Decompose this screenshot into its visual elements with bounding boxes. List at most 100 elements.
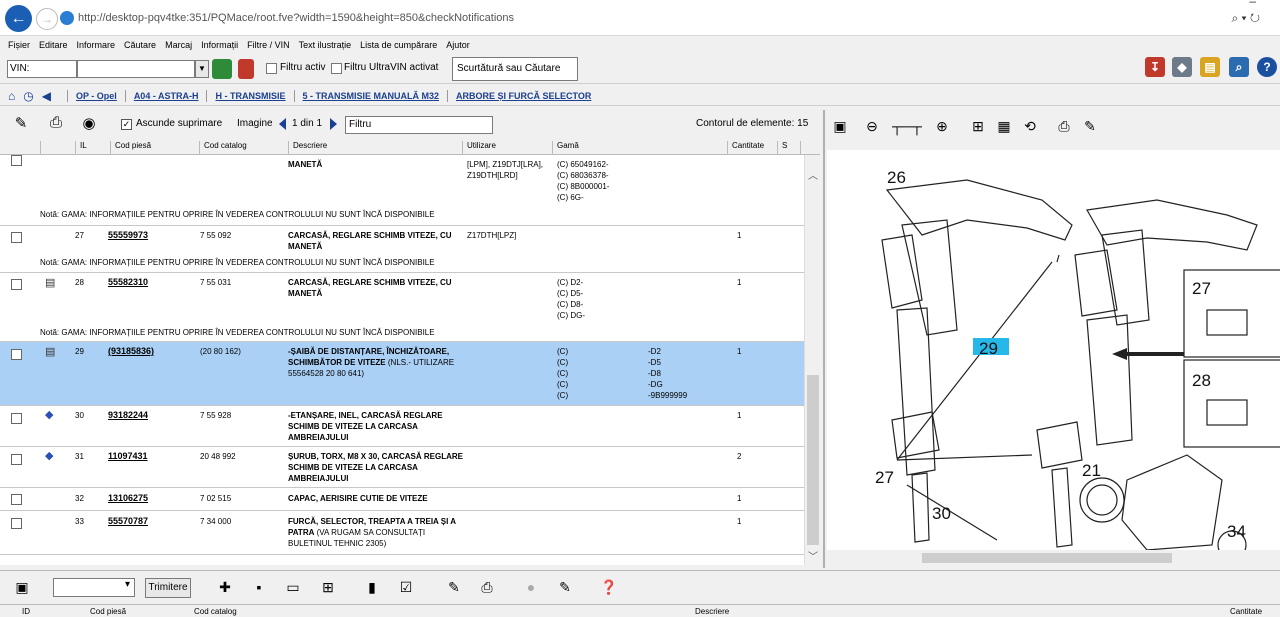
print-icon[interactable]: ⎙ bbox=[45, 114, 67, 134]
table-row[interactable]: ◆ 30 93182244 7 55 928 -ETANȘARE, INEL, … bbox=[0, 406, 804, 447]
col-part-code[interactable]: Cod piesă bbox=[110, 141, 151, 154]
menu-illustration-text[interactable]: Text ilustrație bbox=[299, 40, 352, 50]
scroll-thumb[interactable] bbox=[922, 553, 1172, 563]
menu-file[interactable]: Fișier bbox=[8, 40, 30, 50]
table-row[interactable]: 33 55570787 7 34 000 FURCĂ, SELECTOR, TR… bbox=[0, 511, 804, 555]
table-row[interactable]: MANETĂ [LPM], Z19DTJ[LRA], Z19DTH[LRD] (… bbox=[0, 155, 804, 226]
callout-27[interactable]: 27 bbox=[875, 468, 894, 487]
menu-information[interactable]: Informații bbox=[201, 40, 238, 50]
hide-deleted-checkbox[interactable]: ✓ bbox=[121, 119, 132, 130]
crumb-opel[interactable]: OP - Opel bbox=[76, 91, 117, 101]
forward-arrow-icon[interactable]: → bbox=[36, 8, 58, 30]
trash-icon[interactable]: ▮ bbox=[362, 579, 382, 599]
callout-26[interactable]: 26 bbox=[887, 168, 906, 187]
crumb-transmission[interactable]: H - TRANSMISIE bbox=[215, 91, 285, 101]
list-select[interactable]: ▾ bbox=[53, 578, 135, 597]
col-part-code[interactable]: Cod piesă bbox=[90, 607, 126, 616]
checklist-icon[interactable]: ☑ bbox=[396, 579, 416, 599]
crumb-astra[interactable]: A04 - ASTRA-H bbox=[134, 91, 199, 101]
row-part-code[interactable]: (93185836) bbox=[108, 346, 154, 357]
address-bar[interactable]: http://desktop-pqv4tke:351/PQMace/root.f… bbox=[60, 9, 1260, 27]
document-icon[interactable]: ▤ bbox=[45, 276, 55, 289]
row-part-code[interactable]: 93182244 bbox=[108, 410, 148, 421]
diamond-icon[interactable]: ◆ bbox=[45, 449, 53, 462]
col-icon[interactable] bbox=[40, 141, 45, 154]
filter-active-checkbox[interactable] bbox=[266, 63, 277, 74]
callout-28-inset[interactable]: 28 bbox=[1192, 371, 1211, 390]
car-green-icon[interactable] bbox=[212, 59, 232, 79]
row-part-code[interactable]: 55582310 bbox=[108, 277, 148, 288]
crumb-manual-transmission[interactable]: 5 - TRANSMISIE MANUALĂ M32 bbox=[303, 91, 440, 101]
scroll-up-icon[interactable]: ︿ bbox=[808, 167, 818, 182]
tag-icon[interactable]: ◆ bbox=[1172, 57, 1192, 77]
vin-dropdown-icon[interactable]: ▼ bbox=[195, 60, 209, 78]
row-part-code[interactable]: 11097431 bbox=[108, 451, 148, 462]
row-checkbox[interactable] bbox=[11, 494, 22, 505]
new-list-icon[interactable]: ✚ bbox=[215, 579, 235, 599]
col-quantity[interactable]: Cantitate bbox=[727, 141, 764, 154]
callout-21[interactable]: 21 bbox=[1082, 461, 1101, 480]
scroll-down-icon[interactable]: ﹀ bbox=[808, 548, 818, 563]
table-row[interactable]: 32 13106275 7 02 515 CAPAC, AERISIRE CUT… bbox=[0, 488, 804, 511]
col-catalog-code[interactable]: Cod catalog bbox=[194, 607, 237, 616]
menu-help[interactable]: Ajutor bbox=[446, 40, 470, 50]
save-icon[interactable]: ▪ bbox=[249, 579, 269, 599]
col-description[interactable]: Descriere bbox=[288, 141, 327, 154]
shortcut-search-input[interactable]: Scurtătură sau Căutare bbox=[452, 57, 578, 81]
edit-note-icon[interactable]: ✎ bbox=[10, 114, 32, 134]
crumb-selector-shaft[interactable]: ARBORE ȘI FURCĂ SELECTOR bbox=[456, 91, 591, 101]
help-icon[interactable]: ? bbox=[1257, 57, 1277, 77]
col-description[interactable]: Descriere bbox=[695, 607, 729, 616]
table-row[interactable]: ▤ 28 55582310 7 55 031 CARCASĂ, REGLARE … bbox=[0, 273, 804, 342]
row-checkbox[interactable] bbox=[11, 279, 22, 290]
filter-ultravin-checkbox[interactable] bbox=[331, 63, 342, 74]
home-icon[interactable]: ⌂ bbox=[8, 89, 15, 103]
grid-view-icon[interactable]: ▦ bbox=[993, 118, 1015, 138]
row-part-code[interactable]: 55559973 bbox=[108, 230, 148, 241]
url-text[interactable]: http://desktop-pqv4tke:351/PQMace/root.f… bbox=[78, 12, 1225, 24]
rotate-icon[interactable]: ⟲ bbox=[1019, 118, 1041, 138]
filter-input[interactable]: Filtru bbox=[345, 116, 493, 134]
row-checkbox[interactable] bbox=[11, 454, 22, 465]
menu-bookmark[interactable]: Marcaj bbox=[165, 40, 192, 50]
col-quantity[interactable]: Cantitate bbox=[1230, 607, 1262, 616]
row-checkbox[interactable] bbox=[11, 413, 22, 424]
fit-icon[interactable]: ⊞ bbox=[967, 118, 989, 138]
send-button[interactable]: Trimitere bbox=[145, 578, 191, 598]
scroll-thumb[interactable] bbox=[807, 375, 819, 545]
exploded-diagram[interactable]: 26 27 28 29 27 21 30 34 bbox=[827, 150, 1280, 550]
print-icon[interactable]: ⎙ bbox=[1053, 118, 1075, 138]
back-arrow-icon[interactable]: ← bbox=[5, 5, 32, 32]
col-il[interactable]: IL bbox=[75, 141, 87, 154]
search-refresh-icon[interactable]: ⌕ ▾ ↻ bbox=[1231, 11, 1260, 26]
col-range[interactable]: Gamă bbox=[552, 141, 579, 154]
col-usage[interactable]: Utilizare bbox=[462, 141, 496, 154]
row-checkbox[interactable] bbox=[11, 518, 22, 529]
prev-image-icon[interactable] bbox=[279, 118, 286, 130]
edit-icon[interactable]: ✎ bbox=[555, 579, 575, 599]
row-part-code[interactable]: 55570787 bbox=[108, 516, 148, 527]
next-image-icon[interactable] bbox=[330, 118, 337, 130]
menu-search[interactable]: Căutare bbox=[124, 40, 156, 50]
diamond-icon[interactable]: ◆ bbox=[45, 408, 53, 421]
parts-grid-scrollbar[interactable]: ︿ ﹀ bbox=[804, 155, 820, 565]
open-folder-icon[interactable]: ▭ bbox=[283, 579, 303, 599]
help-icon[interactable]: ❓ bbox=[599, 579, 619, 599]
pdf-document-icon[interactable] bbox=[238, 59, 254, 79]
notes-icon[interactable]: ▤ bbox=[1200, 57, 1220, 77]
menu-filter-vin[interactable]: Filtre / VIN bbox=[247, 40, 290, 50]
menu-edit[interactable]: Editare bbox=[39, 40, 68, 50]
menu-shopping-list[interactable]: Lista de cumpărare bbox=[360, 40, 437, 50]
row-checkbox[interactable] bbox=[11, 232, 22, 243]
table-row-selected[interactable]: ▤ 29 (93185836) (20 80 162) -ȘAIBĂ DE DI… bbox=[0, 342, 804, 406]
col-catalog-code[interactable]: Cod catalog bbox=[199, 141, 247, 154]
row-part-code[interactable]: 13106275 bbox=[108, 493, 148, 504]
zoom-slider[interactable]: ┬─┬ bbox=[885, 118, 929, 138]
diagram-scrollbar[interactable] bbox=[827, 550, 1280, 566]
back-triangle-icon[interactable]: ◀ bbox=[42, 89, 51, 103]
callout-27-inset[interactable]: 27 bbox=[1192, 279, 1211, 298]
callout-29[interactable]: 29 bbox=[979, 339, 998, 358]
add-item-icon[interactable]: ⊞ bbox=[318, 579, 338, 599]
table-row[interactable]: ◆ 31 11097431 20 48 992 ȘURUB, TORX, M8 … bbox=[0, 447, 804, 488]
preview-icon[interactable]: ◉ bbox=[78, 114, 100, 134]
